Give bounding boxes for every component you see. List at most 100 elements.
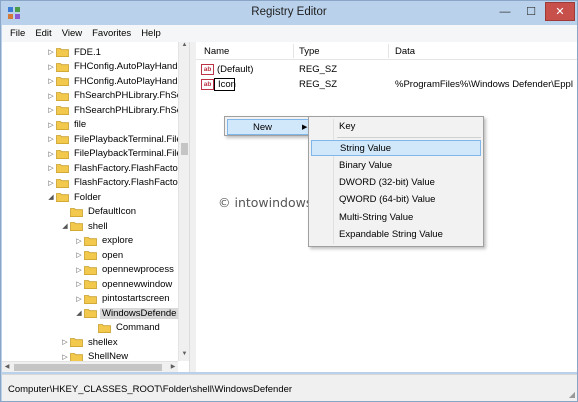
submenu-item-binary-value[interactable]: Binary Value xyxy=(311,158,481,174)
tree-node[interactable]: ▷ pintostartscreen xyxy=(74,292,172,306)
minimize-button[interactable]: — xyxy=(492,2,518,21)
expand-arrow-icon[interactable]: ▷ xyxy=(46,63,56,71)
expand-arrow-icon[interactable]: ▷ xyxy=(46,121,56,129)
tree-node[interactable]: ▷ FHConfig.AutoPlayHand xyxy=(46,60,180,74)
menu-file[interactable]: File xyxy=(6,28,29,39)
expand-arrow-icon[interactable]: ▷ xyxy=(74,295,84,303)
submenu-item-string-value[interactable]: String Value xyxy=(311,140,481,156)
tree-node-label: FlashFactory.FlashFactory xyxy=(74,177,186,188)
tree-node[interactable]: ▷ FHConfig.AutoPlayHand xyxy=(46,74,180,88)
folder-icon xyxy=(84,265,97,275)
close-button[interactable]: ✕ xyxy=(545,2,575,21)
tree-node-label: FHConfig.AutoPlayHand xyxy=(74,75,178,87)
tree-node[interactable]: ▷ open xyxy=(74,248,125,262)
tree-vertical-scrollbar[interactable]: ▲ ▼ xyxy=(178,42,189,361)
folder-icon xyxy=(56,76,69,86)
column-header-type[interactable]: Type xyxy=(299,46,320,57)
menu-edit[interactable]: Edit xyxy=(31,28,55,39)
tree-horizontal-scroll-thumb[interactable] xyxy=(14,364,162,371)
new-submenu: Key String Value Binary Value DWORD (32-… xyxy=(308,116,484,247)
tree-node[interactable]: ▷ file xyxy=(46,118,88,132)
new-label: New xyxy=(253,122,273,133)
folder-icon xyxy=(84,250,97,260)
expand-arrow-icon[interactable]: ▷ xyxy=(46,135,56,143)
tree-node[interactable]: ◢ shell xyxy=(60,219,110,233)
tree-node[interactable]: Command xyxy=(88,321,162,335)
value-row[interactable]: ab (Default) REG_SZ xyxy=(196,63,577,77)
tree-node[interactable]: ▷ FDE.1 xyxy=(46,45,103,59)
folder-icon xyxy=(56,134,69,144)
context-menu-new[interactable]: New ▶ xyxy=(227,119,310,135)
collapse-arrow-icon[interactable]: ◢ xyxy=(74,309,84,317)
column-header-data[interactable]: Data xyxy=(395,46,415,57)
scroll-left-icon[interactable]: ◀ xyxy=(2,362,12,373)
submenu-item-multi-string-value[interactable]: Multi-String Value xyxy=(311,210,481,226)
folder-icon xyxy=(56,178,69,188)
menu-help[interactable]: Help xyxy=(137,28,165,39)
value-row[interactable]: ab Icon REG_SZ %ProgramFiles%\Windows De… xyxy=(196,78,577,92)
tree-node[interactable]: ▷ FlashFactory.FlashFactory xyxy=(46,161,188,175)
menu-favorites[interactable]: Favorites xyxy=(88,28,135,39)
collapse-arrow-icon[interactable]: ◢ xyxy=(46,193,56,201)
expand-arrow-icon[interactable]: ▷ xyxy=(60,353,70,361)
maximize-button[interactable]: ☐ xyxy=(518,2,544,21)
menu-view[interactable]: View xyxy=(58,28,86,39)
expand-arrow-icon[interactable]: ▷ xyxy=(46,77,56,85)
tree-node[interactable]: ▷ explore xyxy=(74,234,135,248)
tree-node-label: file xyxy=(74,119,87,130)
folder-icon xyxy=(56,120,69,130)
submenu-item-label: QWORD (64-bit) Value xyxy=(339,194,436,205)
folder-icon xyxy=(56,47,69,57)
menu-bar: File Edit View Favorites Help xyxy=(2,25,577,42)
column-header-name[interactable]: Name xyxy=(204,46,229,57)
expand-arrow-icon[interactable]: ▷ xyxy=(46,92,56,100)
tree-node-label: Command xyxy=(116,322,160,333)
submenu-item-key[interactable]: Key xyxy=(311,119,481,135)
expand-arrow-icon[interactable]: ▷ xyxy=(74,251,84,259)
folder-icon xyxy=(84,294,97,304)
tree-node[interactable]: ◢ Folder xyxy=(46,190,103,204)
submenu-item-expandable-string-value[interactable]: Expandable String Value xyxy=(311,227,481,243)
expand-arrow-icon[interactable]: ▷ xyxy=(74,266,84,274)
submenu-arrow-icon: ▶ xyxy=(302,124,308,131)
tree-vertical-scroll-thumb[interactable] xyxy=(181,143,188,155)
tree-node-label: opennewwindow xyxy=(102,278,173,290)
tree-node[interactable]: ◢ WindowsDefende xyxy=(74,306,179,320)
tree-node[interactable]: ▷ shellex xyxy=(60,335,120,349)
tree-node[interactable]: ▷ opennewprocess xyxy=(74,263,176,277)
tree-node-label: shell xyxy=(88,220,108,232)
collapse-arrow-icon[interactable]: ◢ xyxy=(60,222,70,230)
tree-horizontal-scrollbar[interactable]: ◀ ▶ xyxy=(2,361,178,372)
resize-grip-icon[interactable]: ◢ xyxy=(569,390,575,399)
title-bar[interactable]: Registry Editor — ☐ ✕ xyxy=(1,1,577,25)
value-data: %ProgramFiles%\Windows Defender\Eppl xyxy=(395,79,573,90)
expand-arrow-icon[interactable]: ▷ xyxy=(46,106,56,114)
scroll-right-icon[interactable]: ▶ xyxy=(168,362,178,373)
tree-node[interactable]: ▷ FilePlaybackTerminal.File xyxy=(46,132,184,146)
expand-arrow-icon[interactable]: ▷ xyxy=(74,280,84,288)
folder-icon xyxy=(84,279,97,289)
scroll-up-icon[interactable]: ▲ xyxy=(179,42,190,52)
column-divider[interactable] xyxy=(388,44,389,58)
tree-node-label: open xyxy=(102,249,124,261)
expand-arrow-icon[interactable]: ▷ xyxy=(60,338,70,346)
tree-node-label: FilePlaybackTerminal.File xyxy=(74,133,182,145)
column-divider[interactable] xyxy=(293,44,294,58)
expand-arrow-icon[interactable]: ▷ xyxy=(74,237,84,245)
expand-arrow-icon[interactable]: ▷ xyxy=(46,48,56,56)
scroll-down-icon[interactable]: ▼ xyxy=(179,351,190,361)
expand-arrow-icon[interactable]: ▷ xyxy=(46,150,56,158)
tree-node[interactable]: ▷ FilePlaybackTerminal.File xyxy=(46,147,184,161)
submenu-item-qword-value[interactable]: QWORD (64-bit) Value xyxy=(311,192,481,208)
rename-value-field[interactable]: Icon xyxy=(214,78,236,91)
tree-node[interactable]: ▷ FlashFactory.FlashFactory xyxy=(46,176,188,190)
folder-icon xyxy=(56,149,69,159)
submenu-item-dword-value[interactable]: DWORD (32-bit) Value xyxy=(311,175,481,191)
tree-node[interactable]: ▷ FhSearchPHLibrary.FhSea xyxy=(46,89,189,103)
expand-arrow-icon[interactable]: ▷ xyxy=(46,179,56,187)
tree-node[interactable]: DefaultIcon xyxy=(60,205,138,219)
value-name: (Default) xyxy=(217,64,254,75)
tree-node[interactable]: ▷ opennewwindow xyxy=(74,277,174,291)
expand-arrow-icon[interactable]: ▷ xyxy=(46,164,56,172)
tree-node[interactable]: ▷ FhSearchPHLibrary.FhSea xyxy=(46,103,189,117)
